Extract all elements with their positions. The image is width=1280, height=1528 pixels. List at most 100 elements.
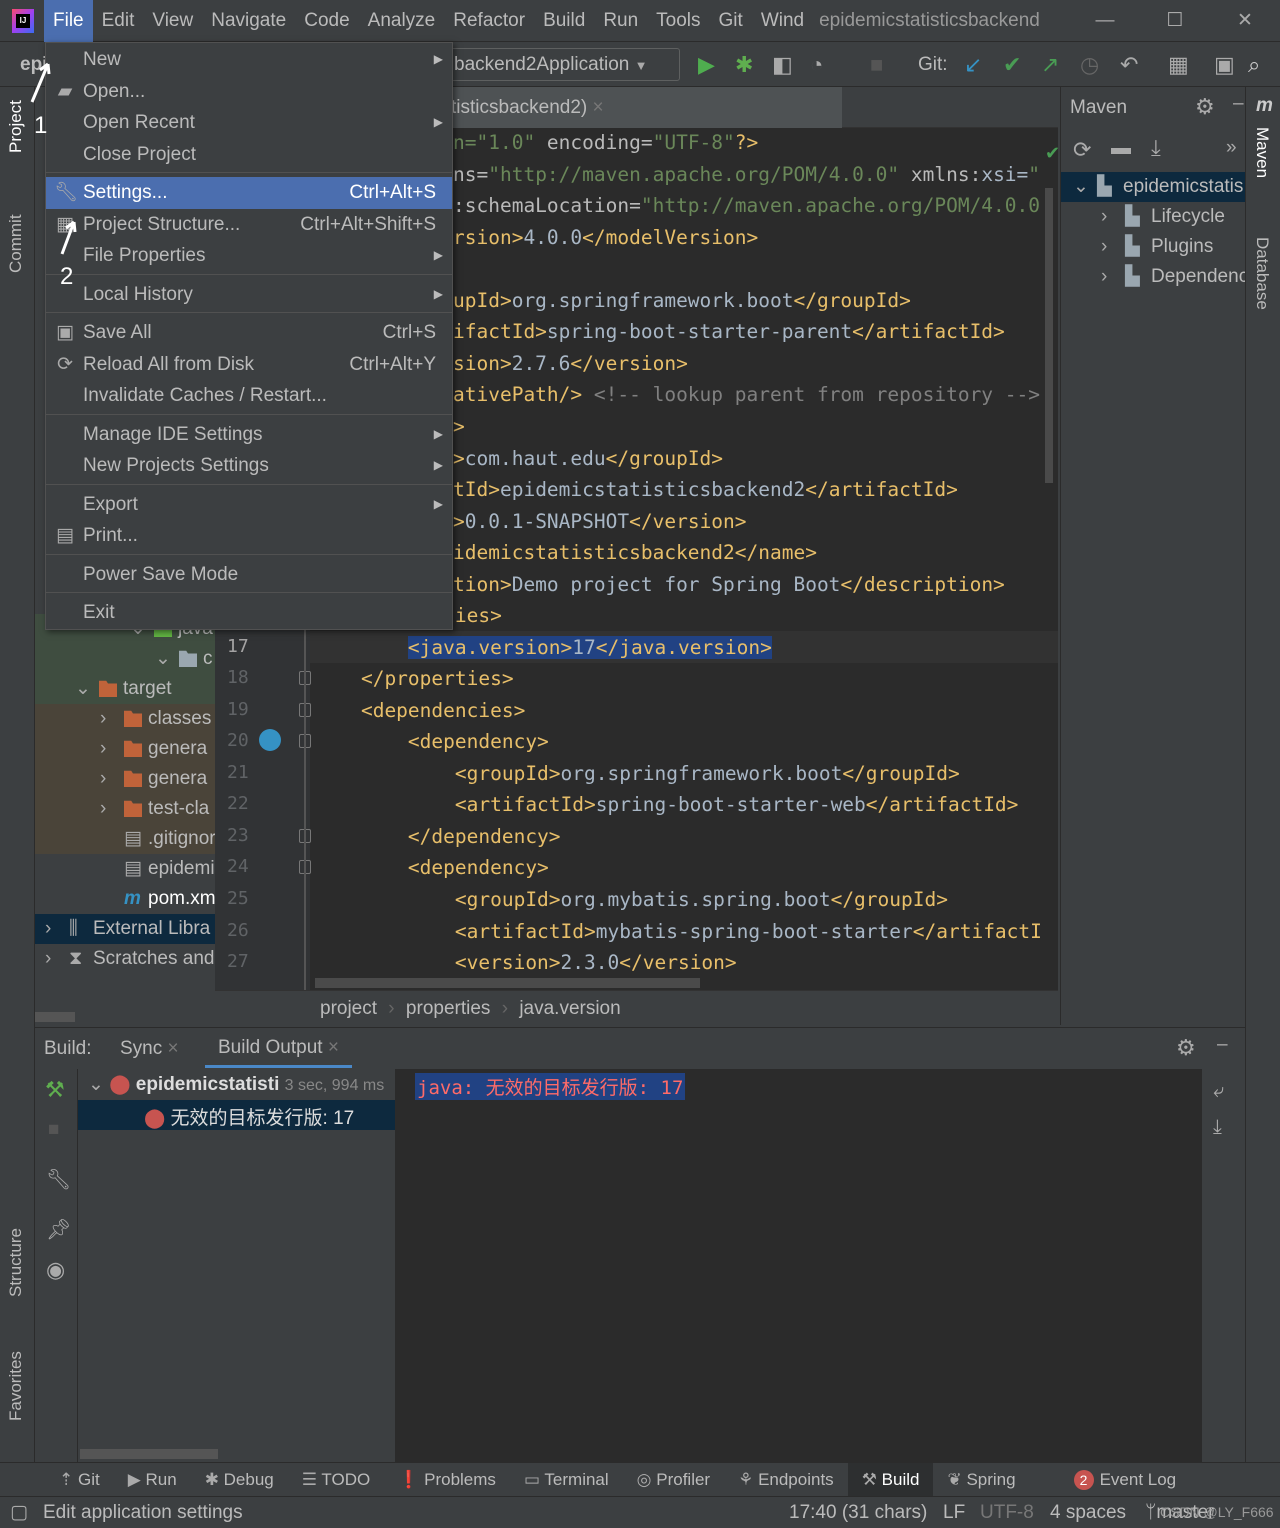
gear-icon[interactable]: ⚙ (1195, 94, 1215, 120)
database-tool-tab[interactable]: Database (1252, 237, 1272, 310)
soft-wrap-icon[interactable]: ⤶ (1213, 1080, 1224, 1103)
tool-tab-spring[interactable]: ❦ Spring (933, 1463, 1029, 1497)
rollback-icon[interactable]: ↶ (1120, 52, 1138, 78)
menu-item-reload-all-from-disk[interactable]: ⟳ Reload All from Disk Ctrl+Alt+Y (46, 349, 452, 381)
scroll-to-end-icon[interactable]: ⤓ (1213, 1116, 1222, 1139)
maven-tree-item[interactable]: › ▙ Dependenc (1101, 262, 1248, 292)
maven-tree-item[interactable]: › ▙ Plugins (1101, 232, 1213, 262)
tab-pom-xml[interactable]: tisticsbackend2) × (445, 87, 842, 128)
hide-icon[interactable]: – (1217, 1034, 1228, 1056)
run-config-dropdown[interactable]: backend2Application ▼ (445, 48, 680, 81)
download-icon[interactable]: ⤓ (1151, 135, 1161, 161)
menu-wind[interactable]: Wind (752, 0, 813, 42)
menu-analyze[interactable]: Analyze (359, 0, 445, 42)
git-update-icon[interactable]: ↙ (964, 52, 982, 78)
menu-view[interactable]: View (143, 0, 202, 42)
tree-item[interactable]: › genera (100, 734, 207, 764)
horizontal-scrollbar[interactable] (80, 1449, 218, 1459)
favorites-tool-tab[interactable]: Favorites (6, 1351, 26, 1421)
maximize-button[interactable]: ☐ (1140, 9, 1210, 32)
tool-tab-endpoints[interactable]: ⚘ Endpoints (724, 1463, 848, 1497)
project-structure-icon[interactable]: ▦ (1168, 52, 1189, 78)
tree-item[interactable]: › test-cla (100, 794, 209, 824)
build-error-node[interactable]: ⬤ 无效的目标发行版: 17 (144, 1103, 354, 1130)
tool-tab-todo[interactable]: ☰ TODO (288, 1463, 384, 1497)
menu-edit[interactable]: Edit (93, 0, 144, 42)
line-separator[interactable]: LF (943, 1497, 965, 1528)
expand-arrow-icon[interactable]: › (1101, 202, 1125, 232)
menu-item-local-history[interactable]: Local History ▶ (46, 279, 452, 311)
reload-icon[interactable]: ⟳ (1073, 137, 1091, 163)
menu-tools[interactable]: Tools (647, 0, 709, 42)
tree-item[interactable]: ▤ .gitignore (100, 824, 215, 854)
expand-arrow-icon[interactable]: ⌄ (155, 644, 179, 674)
maven-tree-item[interactable]: › ▙ Lifecycle (1101, 202, 1225, 232)
menu-navigate[interactable]: Navigate (202, 0, 295, 42)
coverage-icon[interactable]: ◧ (772, 52, 793, 78)
stop-icon[interactable]: ■ (48, 1119, 59, 1141)
debug-icon[interactable]: ✱ (735, 52, 753, 78)
menu-file[interactable]: File (44, 0, 93, 42)
git-push-icon[interactable]: ↗ (1041, 52, 1059, 78)
menu-item-settings[interactable]: 🔧︎ Settings... Ctrl+Alt+S (46, 177, 452, 209)
expand-arrow-icon[interactable]: ⌄ (1073, 172, 1097, 202)
tool-tab-debug[interactable]: ✱ Debug (191, 1463, 288, 1497)
expand-arrow-icon[interactable]: › (1101, 232, 1125, 262)
build-root-node[interactable]: ⌄ ⬤ epidemicstatisti 3 sec, 994 ms (88, 1073, 384, 1096)
horizontal-scrollbar[interactable] (315, 978, 700, 988)
tree-item[interactable]: › classes (100, 704, 211, 734)
menu-item-new[interactable]: New ▶ (46, 44, 452, 76)
menu-item-print[interactable]: ▤ Print... (46, 520, 452, 552)
search-icon[interactable]: ⌕ (1248, 52, 1260, 78)
maven-tool-tab[interactable]: Maven (1252, 127, 1272, 178)
add-project-icon[interactable]: ▬ (1111, 137, 1131, 160)
tree-item[interactable]: › ⫼ External Libra (45, 914, 210, 944)
menu-item-invalidate-caches-restart[interactable]: Invalidate Caches / Restart... (46, 380, 452, 412)
caret-position[interactable]: 17:40 (31 chars) (789, 1497, 927, 1528)
run-icon[interactable]: ▶ (698, 52, 715, 78)
spring-boot-gutter-icon[interactable] (259, 729, 281, 751)
profile-icon[interactable]: ◔ (810, 52, 823, 78)
vertical-scrollbar[interactable] (1045, 188, 1053, 483)
eye-icon[interactable]: ◉ (46, 1257, 65, 1283)
expand-arrow-icon[interactable]: › (1101, 262, 1125, 292)
tree-item[interactable]: ▤ epidemics (100, 854, 215, 884)
tool-tab-problems[interactable]: ❗ Problems (384, 1463, 510, 1497)
expand-arrow-icon[interactable]: › (100, 704, 124, 734)
tree-item[interactable]: m pom.xml (100, 884, 215, 914)
tree-item[interactable]: › ⧗ Scratches and (45, 944, 214, 974)
tree-item[interactable]: ⌄ target (75, 674, 172, 704)
horizontal-scrollbar[interactable] (35, 1012, 75, 1022)
menu-refactor[interactable]: Refactor (444, 0, 534, 42)
maven-tree-item[interactable]: ⌄ ▙ epidemicstatis (1073, 172, 1243, 202)
hide-icon[interactable]: – (1233, 93, 1244, 115)
menu-item-file-properties[interactable]: File Properties ▶ (46, 240, 452, 272)
tree-item[interactable]: › genera (100, 764, 207, 794)
menu-item-project-structure[interactable]: ▦ Project Structure... Ctrl+Alt+Shift+S (46, 209, 452, 241)
close-tab-icon[interactable]: × (593, 97, 604, 118)
git-commit-icon[interactable]: ✔ (1003, 52, 1021, 78)
menu-item-open[interactable]: ▰ Open... (46, 76, 452, 108)
hammer-icon[interactable]: ⚒ (45, 1077, 65, 1103)
expand-arrow-icon[interactable]: ⌄ (75, 674, 99, 704)
structure-tool-tab[interactable]: Structure (6, 1228, 26, 1297)
expand-arrow-icon[interactable]: › (45, 944, 69, 974)
project-tool-tab[interactable]: Project (6, 100, 26, 153)
commit-tool-tab[interactable]: Commit (6, 214, 26, 273)
menu-run[interactable]: Run (594, 0, 647, 42)
tool-tab-profiler[interactable]: ◎ Profiler (623, 1463, 724, 1497)
expand-arrow-icon[interactable]: › (45, 914, 69, 944)
tool-tab-build[interactable]: ⚒ Build (847, 1462, 934, 1497)
menu-item-close-project[interactable]: Close Project (46, 139, 452, 171)
file-encoding[interactable]: UTF-8 (980, 1497, 1034, 1528)
breadcrumb-item[interactable]: properties (406, 998, 491, 1019)
menu-item-new-projects-settings[interactable]: New Projects Settings ▶ (46, 450, 452, 482)
gear-icon[interactable]: ⚙ (1176, 1035, 1196, 1061)
expand-arrow-icon[interactable]: › (100, 764, 124, 794)
build-output-console[interactable]: java: 无效的目标发行版: 17 (395, 1069, 1202, 1463)
tree-item[interactable]: ⌄ c (155, 644, 213, 674)
history-icon[interactable]: ◷ (1080, 52, 1099, 78)
expand-arrow-icon[interactable]: › (100, 794, 124, 824)
wrench-icon[interactable]: 🔧︎ (46, 1167, 71, 1192)
run-anything-icon[interactable]: ▣ (1214, 52, 1235, 78)
